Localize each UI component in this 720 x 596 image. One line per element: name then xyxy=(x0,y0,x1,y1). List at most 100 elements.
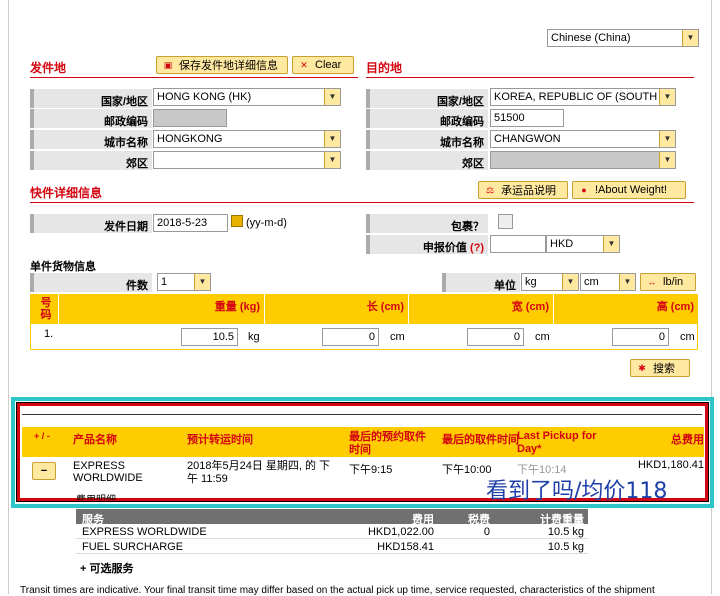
dest-postal-label: 邮政编码 xyxy=(440,116,484,128)
declared-value-input[interactable] xyxy=(490,235,546,253)
unit-toggle-label: lb/in xyxy=(663,276,684,288)
currency-value: HKD xyxy=(550,238,574,250)
fee-detail-label: 费用明细 xyxy=(76,491,116,500)
service-tax: 0 xyxy=(483,526,490,538)
chevron-down-icon: ▼ xyxy=(324,89,340,105)
clear-label: Clear xyxy=(315,59,342,71)
header-number: 号码 xyxy=(40,297,52,321)
dim-unit-select[interactable]: cm ▼ xyxy=(580,273,636,291)
service-name: EXPRESS WORLDWIDE xyxy=(82,526,207,538)
origin-city-label: 城市名称 xyxy=(104,137,148,149)
weight-unit-value: kg xyxy=(525,276,537,288)
origin-country-label: 国家/地区 xyxy=(100,96,148,108)
prohibited-label: 承运品说明 xyxy=(501,185,556,197)
dest-country-value: KOREA, REPUBLIC OF (SOUTH K xyxy=(494,91,668,103)
chevron-down-icon: ▼ xyxy=(682,30,698,46)
chevron-down-icon: ▼ xyxy=(194,274,210,290)
header-transit: 预计转运时间 xyxy=(187,434,253,446)
search-icon: ✱ xyxy=(638,363,646,373)
pieces-label: 件数 xyxy=(126,280,148,292)
collapse-button[interactable]: − xyxy=(32,462,56,480)
search-button[interactable]: ✱ 搜索 xyxy=(630,359,690,377)
language-value: Chinese (China) xyxy=(551,32,631,44)
pieces-select[interactable]: 1 ▼ xyxy=(157,273,211,291)
origin-country-value: HONG KONG (HK) xyxy=(157,91,252,103)
swap-arrows-icon: ↔ xyxy=(647,277,657,287)
table-row: FUEL SURCHARGE HKD158.41 10.5 kg xyxy=(76,539,588,554)
origin-postal-input[interactable] xyxy=(153,109,227,127)
length-input[interactable]: 0 xyxy=(322,328,379,346)
col-divider xyxy=(408,294,409,324)
origin-suburb-label: 郊区 xyxy=(126,158,148,170)
date-label: 发件日期 xyxy=(104,221,148,233)
dest-city-label: 城市名称 xyxy=(440,137,484,149)
declared-label: 申报价值 (?) xyxy=(396,239,484,255)
dest-postal-input[interactable]: 51500 xyxy=(490,109,564,127)
chevron-down-icon: ▼ xyxy=(659,152,675,168)
unit-toggle-button[interactable]: ↔ lb/in xyxy=(640,273,696,291)
header-last-pickup: Last Pickup for Day* xyxy=(517,430,597,455)
package-label: 包裹？ xyxy=(451,221,484,233)
currency-select[interactable]: HKD ▼ xyxy=(546,235,620,253)
height-unit: cm xyxy=(680,331,695,343)
chevron-down-icon: ▼ xyxy=(659,131,675,147)
piece-info-title: 单件货物信息 xyxy=(30,261,96,273)
service-fee: HKD1,022.00 xyxy=(367,526,434,538)
optional-services-toggle[interactable]: + 可选服务 xyxy=(80,560,133,576)
weight-input[interactable]: 10.5 xyxy=(181,328,238,346)
header-length: 长 (cm) xyxy=(366,301,404,313)
date-format-hint: (yy-m-d) xyxy=(246,217,287,229)
declared-help-link[interactable]: (?) xyxy=(470,242,484,254)
services-header: 服务 费用 税费 计费重量 xyxy=(76,509,588,526)
result-product[interactable]: EXPRESS WORLDWIDE xyxy=(73,460,157,484)
table-row: EXPRESS WORLDWIDE HKD1,022.00 0 10.5 kg xyxy=(76,524,588,539)
width-input[interactable]: 0 xyxy=(467,328,524,346)
dest-country-select[interactable]: KOREA, REPUBLIC OF (SOUTH K ▼ xyxy=(490,88,676,106)
dest-country-label: 国家/地区 xyxy=(436,96,484,108)
col-divider xyxy=(58,294,59,324)
about-weight-button[interactable]: ● !About Weight! xyxy=(572,181,686,199)
service-weight: 10.5 kg xyxy=(547,541,584,553)
scale-icon: ⚖ xyxy=(485,185,495,195)
watermark-text: 看到了吗/均价118 xyxy=(486,479,668,504)
language-select[interactable]: Chinese (China) ▼ xyxy=(547,29,699,47)
origin-city-select[interactable]: HONGKONG ▼ xyxy=(153,130,341,148)
about-weight-label: !About Weight! xyxy=(595,184,667,196)
col-divider xyxy=(553,294,554,324)
header-height: 高 (cm) xyxy=(656,301,694,313)
calendar-icon[interactable] xyxy=(231,215,243,227)
height-input[interactable]: 0 xyxy=(612,328,669,346)
clear-button[interactable]: ✕ Clear xyxy=(292,56,354,74)
dim-unit-value: cm xyxy=(584,276,599,288)
service-fee: HKD158.41 xyxy=(377,541,434,553)
package-checkbox[interactable] xyxy=(498,214,513,229)
date-input[interactable]: 2018-5-23 xyxy=(153,214,228,232)
chevron-down-icon: ▼ xyxy=(324,131,340,147)
dest-suburb-select[interactable]: ▼ xyxy=(490,151,676,169)
result-total: HKD1,180.41 xyxy=(637,459,704,471)
header-pickup: 最后的取件时间 xyxy=(442,434,519,446)
chevron-down-icon: ▼ xyxy=(562,274,578,290)
chevron-down-icon: ▼ xyxy=(659,89,675,105)
result-booking: 下午9:15 xyxy=(349,464,393,476)
declared-label-text: 申报价值 xyxy=(422,242,467,254)
service-weight: 10.5 kg xyxy=(547,526,584,538)
prohibited-items-button[interactable]: ⚖ 承运品说明 xyxy=(478,181,568,199)
destination-title: 目的地 xyxy=(366,61,403,75)
origin-postal-label: 邮政编码 xyxy=(104,116,148,128)
origin-suburb-select[interactable]: ▼ xyxy=(153,151,341,169)
save-icon: ▣ xyxy=(163,60,173,70)
weight-unit-select[interactable]: kg ▼ xyxy=(521,273,579,291)
save-origin-button[interactable]: ▣ 保存发件地详细信息 xyxy=(156,56,288,74)
result-divider xyxy=(22,414,702,415)
header-toggle: + / - xyxy=(34,431,50,441)
origin-title: 发件地 xyxy=(30,61,67,75)
chevron-down-icon: ▼ xyxy=(324,152,340,168)
col-divider xyxy=(264,294,265,324)
header-width: 宽 (cm) xyxy=(511,301,549,313)
shipment-title: 快件详细信息 xyxy=(30,186,103,200)
destination-divider xyxy=(366,77,694,78)
origin-country-select[interactable]: HONG KONG (HK) ▼ xyxy=(153,88,341,106)
service-name: FUEL SURCHARGE xyxy=(82,541,184,553)
dest-city-select[interactable]: CHANGWON ▼ xyxy=(490,130,676,148)
